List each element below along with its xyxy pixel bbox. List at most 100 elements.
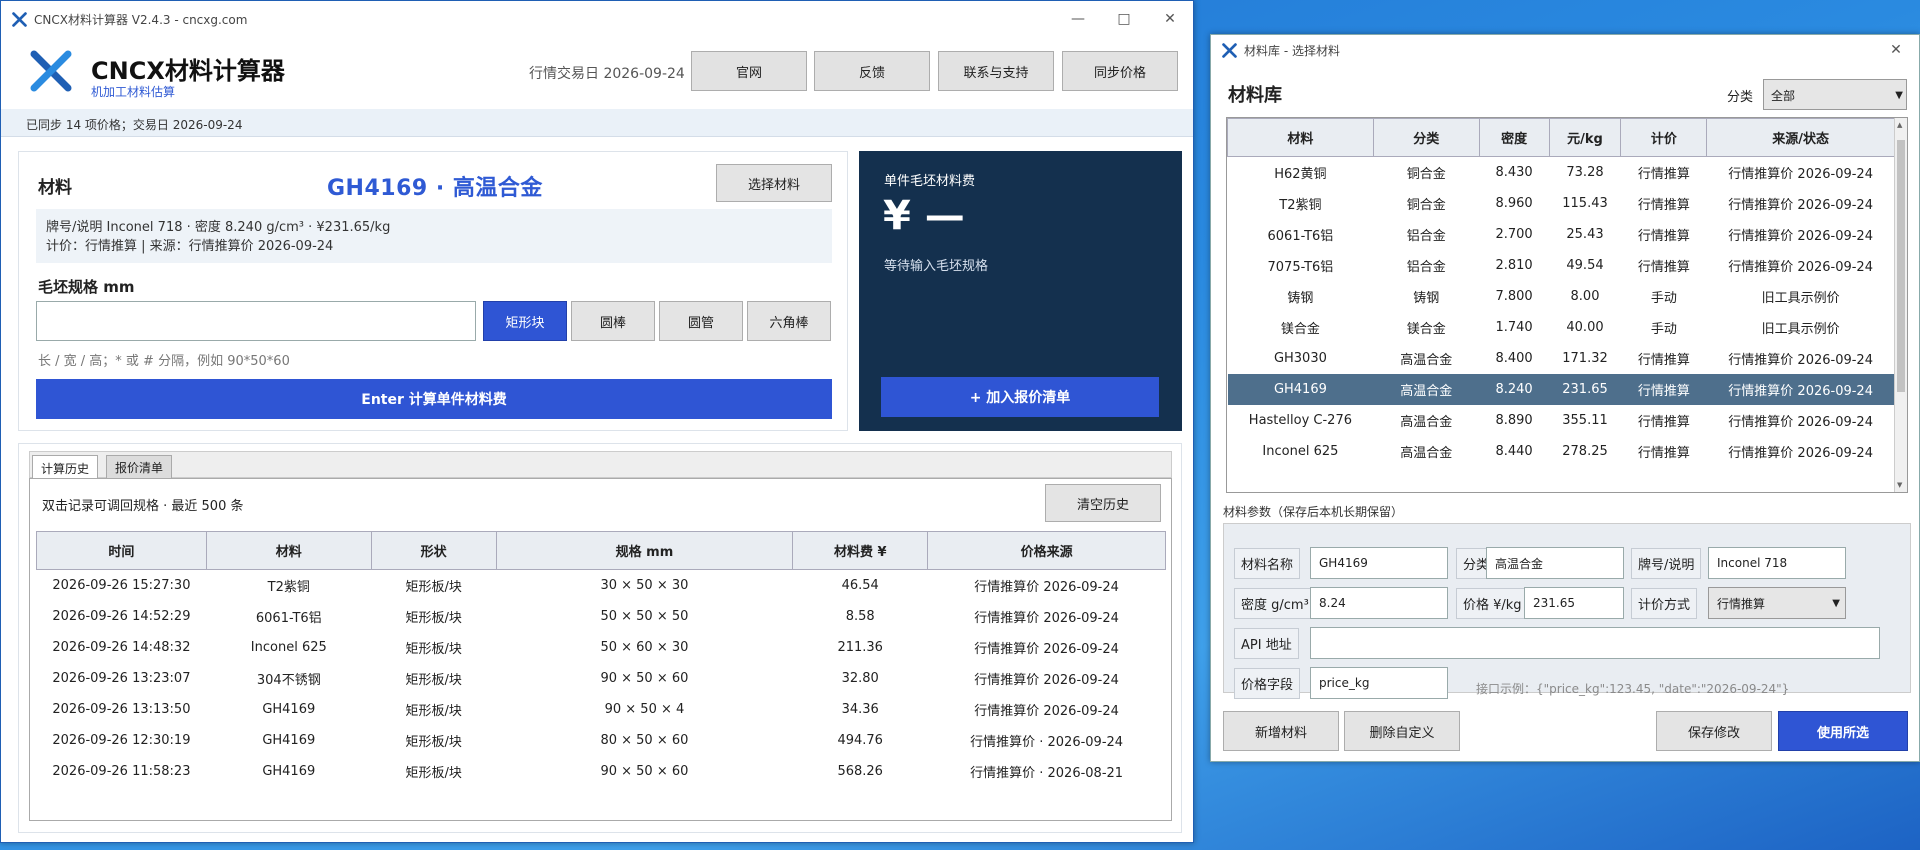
column-header[interactable]: 来源/状态 [1706,118,1895,157]
scroll-up-icon[interactable]: ▲ [1897,121,1902,129]
table-cell: 2026-09-26 15:27:30 [52,577,191,593]
category-select[interactable]: 全部 ▼ [1763,79,1907,110]
column-header[interactable]: 时间 [36,531,207,570]
column-header[interactable]: 材料 [205,531,372,570]
column-header[interactable]: 价格来源 [927,531,1166,570]
official-site-button[interactable]: 官网 [691,51,807,91]
table-cell: 231.65 [1549,373,1621,405]
table-cell: 32.80 [841,670,879,686]
table-cell: Hastelloy C-276 [1248,412,1352,428]
scroll-down-icon[interactable]: ▼ [1897,481,1902,489]
material-info-line: 牌号/说明 Inconel 718 · 密度 8.240 g/cm³ · ¥23… [46,220,391,235]
table-row[interactable]: 7075-T6铝 铝合金 2.810 49.54 行情推算 行情推算价 2026… [1228,250,1895,281]
maximize-icon[interactable]: □ [1101,1,1147,37]
table-cell: 494.76 [837,732,883,748]
column-header[interactable]: 材料费 ¥ [792,531,929,570]
feedback-button[interactable]: 反馈 [814,51,930,91]
select-material-button[interactable]: 选择材料 [716,164,832,202]
material-list-scrollbar[interactable]: ▲ ▼ [1894,118,1907,492]
sync-price-button[interactable]: 同步价格 [1062,51,1178,91]
price-field-key[interactable]: price_kg [1310,667,1448,699]
shape-round-bar-button[interactable]: 圆棒 [571,301,655,341]
column-header[interactable]: 元/kg [1548,118,1622,157]
table-row[interactable]: 2026-09-26 14:52:29 6061-T6铝 矩形板/块 50 × … [37,601,1166,632]
table-row-selected[interactable]: GH4169 高温合金 8.240 231.65 行情推算 行情推算价 2026… [1227,373,1895,405]
table-cell: 8.890 [1495,412,1533,428]
cost-value: ¥ — [883,193,965,239]
table-cell: 278.25 [1562,443,1608,459]
tab-quote-list[interactable]: 报价清单 [106,455,173,479]
table-cell: 行情推算 [1637,352,1690,368]
save-changes-button[interactable]: 保存修改 [1656,711,1772,751]
table-row[interactable]: 2026-09-26 13:23:07 304不锈钢 矩形板/块 90 × 50… [37,663,1166,694]
table-row[interactable]: 镁合金 镁合金 1.740 40.00 手动 旧工具示例价 [1228,312,1895,343]
table-row[interactable]: Inconel 625 高温合金 8.440 278.25 行情推算 行情推算价… [1228,436,1895,467]
table-row[interactable]: GH3030 高温合金 8.400 171.32 行情推算 行情推算价 2026… [1228,343,1895,374]
delete-custom-button[interactable]: 删除自定义 [1344,711,1460,751]
tab-history[interactable]: 计算历史 [32,455,99,480]
table-row[interactable]: 6061-T6铝 铝合金 2.700 25.43 行情推算 行情推算价 2026… [1228,219,1895,250]
column-header[interactable]: 密度 [1478,118,1550,157]
table-row[interactable]: 2026-09-26 12:30:19 GH4169 矩形板/块 80 × 50… [37,725,1166,756]
app-subtitle: 机加工材料估算 [91,85,176,99]
shape-hex-bar-button[interactable]: 六角棒 [747,301,831,341]
table-cell: 旧工具示例价 [1761,321,1840,337]
table-row[interactable]: 2026-09-26 15:27:30 T2紫铜 矩形板/块 30 × 50 ×… [37,570,1166,601]
pricing-method-select[interactable]: 行情推算 ▼ [1708,587,1846,619]
table-cell: 铝合金 [1406,228,1446,244]
table-row[interactable]: 2026-09-26 13:13:50 GH4169 矩形板/块 90 × 50… [37,694,1166,725]
table-row[interactable]: 铸钢 铸钢 7.800 8.00 手动 旧工具示例价 [1228,281,1895,312]
table-row[interactable]: H62黄铜 铜合金 8.430 73.28 行情推算 行情推算价 2026-09… [1228,157,1895,188]
app-logo-icon [30,50,72,92]
table-cell: 行情推算价 2026-09-24 [1728,414,1873,430]
price-field[interactable]: 231.65 [1524,587,1624,619]
grade-field[interactable]: Inconel 718 [1708,547,1846,579]
table-row[interactable]: 2026-09-26 14:48:32 Inconel 625 矩形板/块 50… [37,632,1166,663]
api-example-hint: 接口示例：{"price_kg":123.45, "date":"2026-09… [1476,682,1790,696]
calculate-button[interactable]: Enter 计算单件材料费 [36,379,832,419]
table-row[interactable]: Hastelloy C-276 高温合金 8.890 355.11 行情推算 行… [1228,405,1895,436]
contact-support-button[interactable]: 联系与支持 [938,51,1054,91]
close-icon[interactable]: ✕ [1147,1,1193,37]
add-to-quote-button[interactable]: + 加入报价清单 [881,377,1159,417]
close-icon[interactable]: ✕ [1873,35,1919,65]
clear-history-button[interactable]: 清空历史 [1045,484,1161,522]
table-cell: 行情推算价 2026-09-24 [1728,259,1873,275]
api-url-field[interactable] [1310,627,1880,659]
table-row[interactable]: 2026-09-26 11:58:23 GH4169 矩形板/块 90 × 50… [37,756,1166,787]
table-cell: 90 × 50 × 60 [600,763,689,779]
name-field[interactable]: GH4169 [1310,547,1448,579]
shape-rect-button[interactable]: 矩形块 [483,301,567,341]
column-header[interactable]: 形状 [370,531,497,570]
column-header[interactable]: 计价 [1620,118,1708,157]
table-cell: 行情推算价 2026-09-24 [1728,166,1873,182]
table-cell: 旧工具示例价 [1761,290,1840,306]
table-cell: 行情推算价 2026-09-24 [1728,445,1873,461]
spec-label: 毛坯规格 mm [38,278,135,296]
table-row[interactable]: T2紫铜 铜合金 8.960 115.43 行情推算 行情推算价 2026-09… [1228,188,1895,219]
table-cell: 2.700 [1495,226,1533,242]
density-field[interactable]: 8.24 [1310,587,1448,619]
scrollbar-thumb[interactable] [1897,140,1905,392]
table-cell: 行情推算价 2026-09-24 [1728,197,1873,213]
table-cell: 高温合金 [1400,414,1453,430]
add-material-button[interactable]: 新增材料 [1223,711,1339,751]
table-cell: 2026-09-26 12:30:19 [52,732,191,748]
table-cell: 铸钢 [1287,290,1314,306]
column-header[interactable]: 材料 [1227,118,1374,157]
spec-input[interactable] [36,301,476,341]
column-header[interactable]: 分类 [1372,118,1480,157]
cost-title: 单件毛坯材料费 [884,174,976,189]
use-selected-button[interactable]: 使用所选 [1778,711,1908,751]
price-label: 价格 ¥/kg [1456,588,1529,619]
library-window-controls: ✕ [1873,35,1919,65]
table-cell: 行情推算价 2026-09-24 [1728,228,1873,244]
table-cell: 211.36 [837,639,883,655]
shape-tube-button[interactable]: 圆管 [659,301,743,341]
main-titlebar: CNCX材料计算器 V2.4.3 - cncxg.com — □ ✕ [1,1,1193,37]
library-titlebar: 材料库 - 选择材料 ✕ [1211,35,1919,65]
column-header[interactable]: 规格 mm [495,531,794,570]
table-cell: 镁合金 [1280,321,1320,337]
category-field[interactable]: 高温合金 [1486,547,1624,579]
minimize-icon[interactable]: — [1055,1,1101,37]
